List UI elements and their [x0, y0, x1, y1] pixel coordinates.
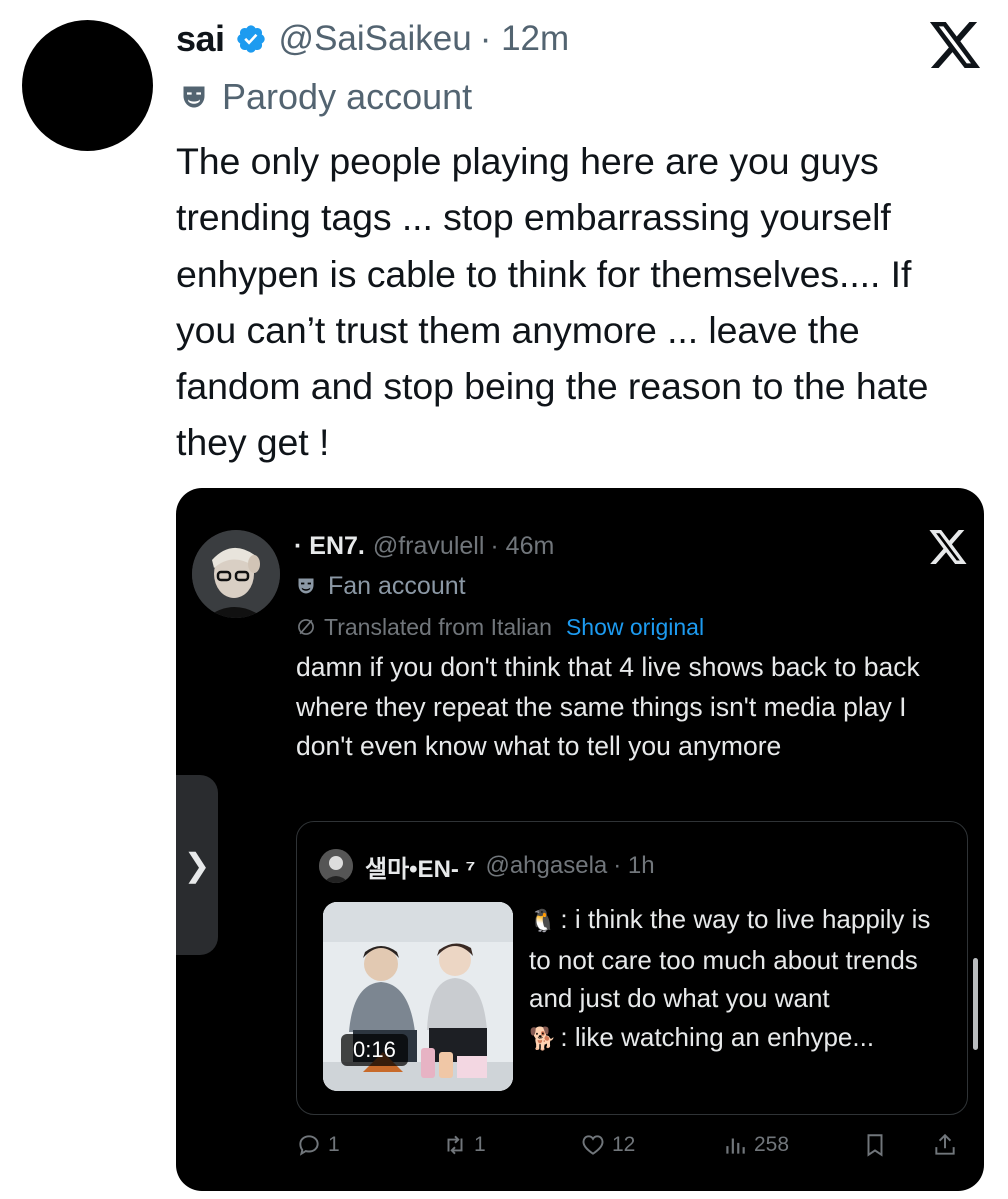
video-duration: 0:16	[341, 1034, 408, 1066]
bird-emoji-icon: 🐧	[529, 908, 557, 933]
reply-button[interactable]: 1	[296, 1132, 340, 1158]
views-count: 258	[754, 1133, 790, 1156]
tweet-text: The only people playing here are you guy…	[176, 140, 929, 464]
repost-button[interactable]: 1	[442, 1132, 486, 1158]
reply-icon	[299, 1135, 319, 1156]
parody-mask-icon	[298, 578, 314, 594]
author-handle[interactable]: @SaiSaikeu	[279, 19, 472, 59]
parody-label: Parody account	[176, 74, 472, 120]
quoted-name[interactable]: · EN7.	[294, 532, 365, 561]
x-logo-icon	[929, 530, 967, 564]
bookmark-button[interactable]	[862, 1132, 894, 1158]
nested-line-1: : i think the way to live happily is to …	[529, 904, 931, 1013]
parody-mask-icon	[183, 86, 205, 108]
like-count: 12	[612, 1133, 636, 1156]
translated-text: Translated from Italian	[324, 613, 552, 640]
like-icon	[582, 1135, 604, 1155]
nested-time[interactable]: · 1h	[613, 852, 654, 880]
quoted-screenshot[interactable]: · EN7. @fravulell · 46m Fan account Tran…	[176, 488, 984, 1191]
nested-line-2: : like watching an enhype...	[560, 1021, 875, 1052]
author-name[interactable]: sai	[176, 18, 225, 60]
translate-icon	[298, 619, 314, 635]
tweet-time[interactable]: · 12m	[480, 19, 569, 59]
show-original-link[interactable]: Show original	[566, 614, 704, 641]
nested-text: 🐧: i think the way to live happily is to…	[529, 900, 957, 1058]
video-thumbnail[interactable]: 0:16	[323, 902, 513, 1091]
bookmark-icon	[867, 1134, 883, 1157]
reply-count: 1	[328, 1133, 340, 1156]
repost-icon	[447, 1135, 463, 1155]
tweet-header: sai @SaiSaikeu · 12m	[176, 14, 569, 64]
nested-name[interactable]: 샐마•EN- ⁷	[365, 849, 475, 884]
parody-label-text: Parody account	[222, 76, 473, 117]
nested-avatar	[319, 849, 353, 883]
quoted-text: damn if you don't think that 4 live show…	[296, 652, 920, 761]
author-avatar[interactable]	[22, 20, 153, 151]
dog-emoji-icon: 🐕	[529, 1025, 557, 1051]
action-bar: 1 1 12 258	[176, 1128, 984, 1172]
like-button[interactable]: 12	[580, 1132, 635, 1158]
nested-quote[interactable]: 샐마•EN- ⁷ @ahgasela · 1h 0:16 🐧: i think…	[296, 821, 968, 1115]
repost-count: 1	[474, 1133, 486, 1156]
chevron-right-icon[interactable]: ❯	[176, 775, 218, 955]
scrollbar[interactable]	[973, 958, 978, 1050]
fan-label-text: Fan account	[328, 571, 466, 600]
translation-note: Translated from Italian Show original	[296, 612, 704, 642]
verified-icon	[236, 25, 265, 53]
views-button[interactable]: 258	[722, 1132, 789, 1158]
fan-label: Fan account	[296, 568, 466, 604]
quoted-avatar	[192, 530, 280, 618]
quoted-header: · EN7. @fravulell · 46m	[294, 528, 554, 564]
nested-handle[interactable]: @ahgasela	[485, 852, 607, 880]
quoted-time[interactable]: · 46m	[490, 532, 554, 561]
x-logo-icon	[929, 22, 981, 68]
nested-header: 샐마•EN- ⁷ @ahgasela · 1h	[319, 848, 655, 884]
quoted-handle[interactable]: @fravulell	[373, 532, 485, 561]
share-button[interactable]	[932, 1132, 964, 1158]
share-icon	[935, 1133, 955, 1155]
views-icon	[726, 1138, 745, 1154]
